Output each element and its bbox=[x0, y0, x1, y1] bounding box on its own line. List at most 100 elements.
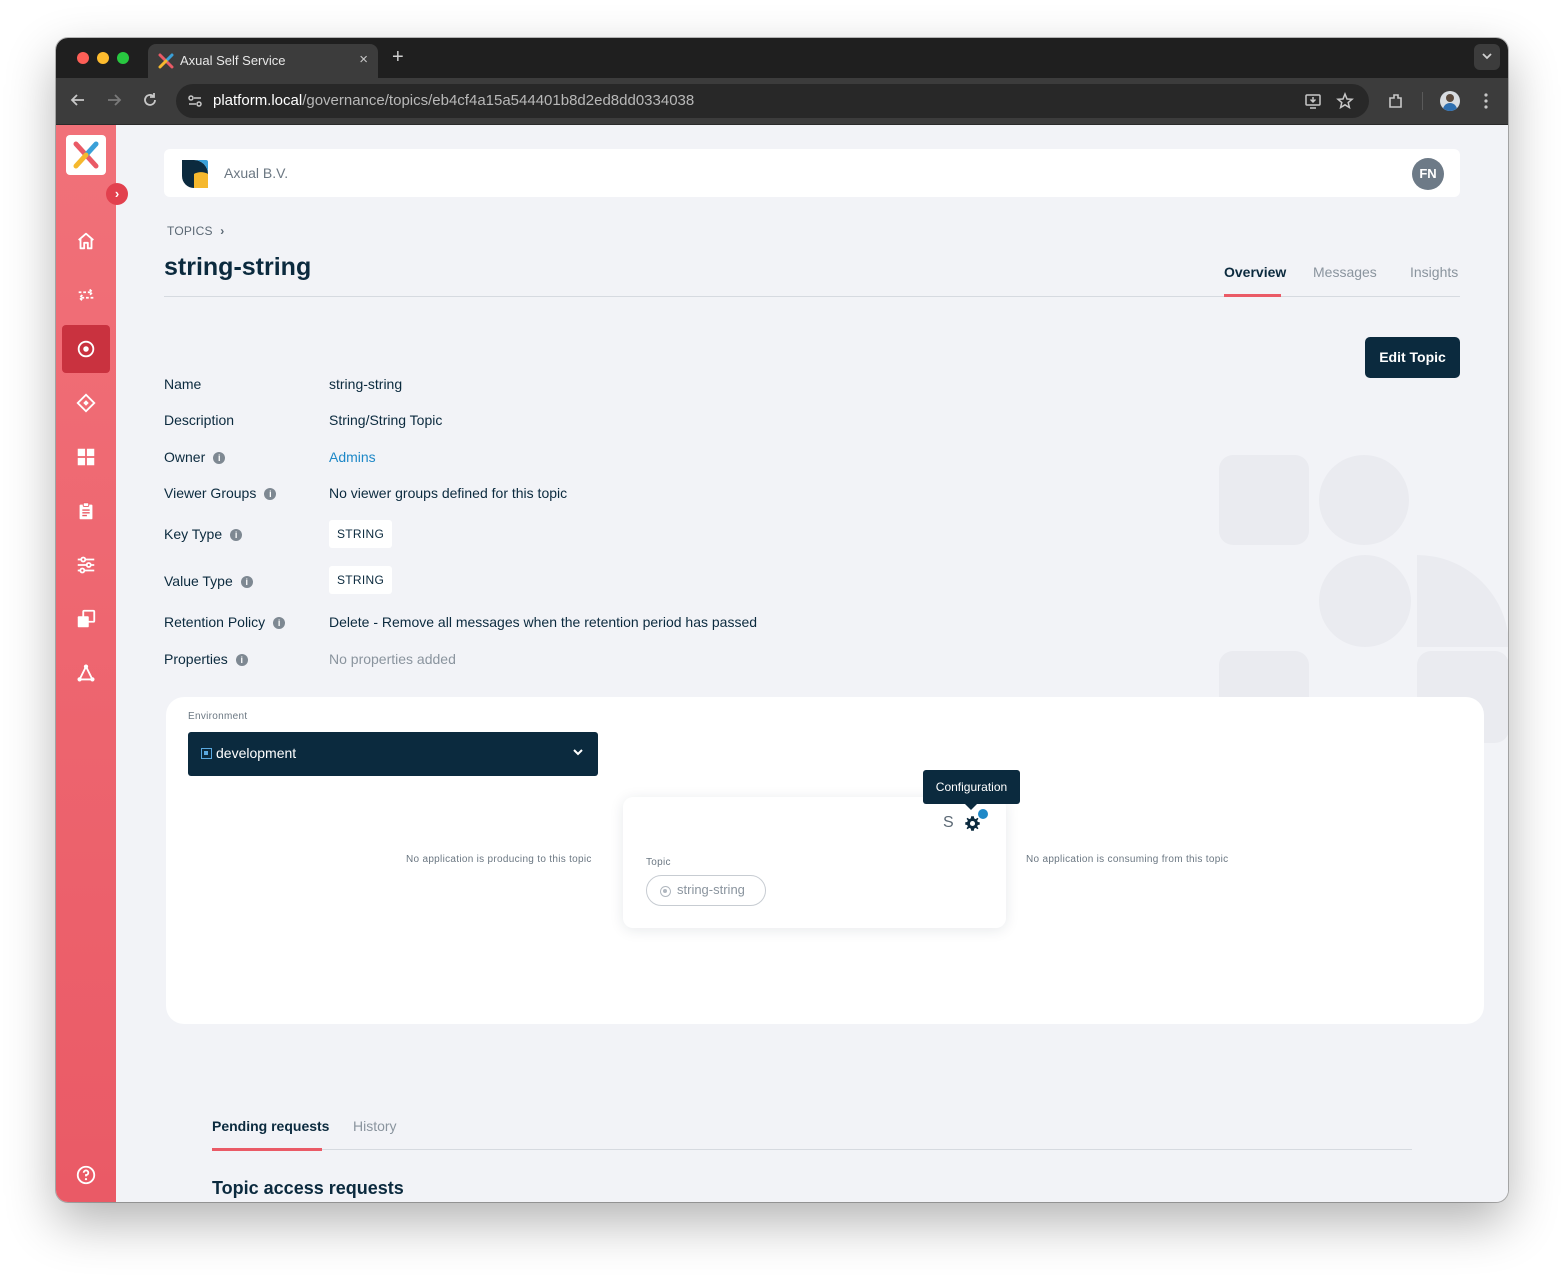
profile-head-icon bbox=[1446, 94, 1454, 102]
description-value: String/String Topic bbox=[329, 412, 443, 428]
environment-selected-value: development bbox=[216, 745, 297, 761]
name-label: Name bbox=[164, 376, 202, 392]
topic-chip-label: string-string bbox=[677, 882, 745, 897]
install-app-icon[interactable] bbox=[1304, 92, 1322, 110]
sidebar-item-settings[interactable] bbox=[62, 541, 110, 589]
tab-insights[interactable]: Insights bbox=[1410, 264, 1458, 280]
back-arrow-icon[interactable] bbox=[68, 90, 88, 110]
tab-history[interactable]: History bbox=[353, 1118, 397, 1134]
sidebar-item-topics[interactable] bbox=[62, 325, 110, 373]
address-bar[interactable]: platform.local/governance/topics/eb4cf4a… bbox=[176, 84, 1369, 118]
profile-body-icon bbox=[1443, 103, 1457, 111]
retention-policy-value: Delete - Remove all messages when the re… bbox=[329, 614, 758, 630]
chevron-down-icon bbox=[573, 749, 583, 756]
sidebar-item-streams[interactable] bbox=[62, 271, 110, 319]
sidebar-item-schemas[interactable] bbox=[62, 379, 110, 427]
info-icon[interactable]: i bbox=[213, 452, 226, 464]
topic-icon bbox=[660, 886, 671, 897]
tab-messages[interactable]: Messages bbox=[1313, 264, 1377, 280]
environment-select[interactable]: development bbox=[188, 732, 598, 776]
value-type-chip: STRING bbox=[329, 566, 393, 594]
stream-type-icon[interactable]: S bbox=[943, 814, 954, 832]
extensions-icon[interactable] bbox=[1386, 91, 1406, 111]
active-tab-indicator bbox=[1224, 294, 1281, 297]
sidebar-item-home[interactable] bbox=[62, 217, 110, 265]
active-request-tab-indicator bbox=[212, 1148, 322, 1151]
new-tab-button[interactable]: + bbox=[392, 46, 404, 69]
value-type-label: Value Type i bbox=[164, 573, 253, 589]
sidebar-item-applications[interactable] bbox=[62, 433, 110, 481]
org-header: Axual B.V. FN bbox=[164, 149, 1460, 197]
browser-tab[interactable]: Axual Self Service × bbox=[148, 44, 378, 78]
browser-menu-icon[interactable] bbox=[1476, 91, 1496, 111]
url-path: /governance/topics/eb4cf4a15a544401b8d2e… bbox=[302, 92, 695, 109]
viewer-groups-label-text: Viewer Groups bbox=[164, 485, 257, 501]
sidebar-item-help[interactable] bbox=[62, 1151, 110, 1199]
environment-panel: Environment development No application i… bbox=[166, 697, 1484, 1024]
background-decoration bbox=[1319, 455, 1409, 545]
user-avatar[interactable]: FN bbox=[1412, 158, 1444, 190]
info-icon[interactable]: i bbox=[235, 654, 248, 666]
topic-access-requests-heading: Topic access requests bbox=[212, 1178, 404, 1198]
configuration-tooltip: Configuration bbox=[923, 770, 1020, 810]
maximize-window-button[interactable] bbox=[117, 52, 129, 64]
breadcrumb-chevron-icon: › bbox=[220, 224, 225, 238]
name-value: string-string bbox=[329, 376, 403, 392]
topic-icon bbox=[77, 340, 95, 358]
sidebar-item-instances[interactable] bbox=[62, 649, 110, 697]
sidebar-expand-button[interactable]: › bbox=[106, 183, 128, 205]
bookmark-star-icon[interactable] bbox=[1336, 92, 1354, 110]
minimize-window-button[interactable] bbox=[97, 52, 109, 64]
topic-chip[interactable]: string-string bbox=[646, 875, 766, 906]
edit-topic-button[interactable]: Edit Topic bbox=[1365, 337, 1460, 378]
main-content: Axual B.V. FN TOPICS › string-string Ove… bbox=[116, 125, 1508, 1202]
tab-search-button[interactable] bbox=[1474, 44, 1500, 70]
url-host: platform.local bbox=[213, 92, 303, 109]
home-icon bbox=[78, 232, 94, 250]
tab-title: Axual Self Service bbox=[180, 53, 286, 68]
producers-empty-text: No application is producing to this topi… bbox=[406, 854, 592, 865]
retention-policy-label: Retention Policy i bbox=[164, 614, 286, 630]
properties-value: No properties added bbox=[329, 651, 456, 667]
copy-icon bbox=[77, 609, 96, 628]
org-name: Axual B.V. bbox=[224, 165, 289, 181]
sidebar-item-requests[interactable] bbox=[62, 487, 110, 535]
axual-logo[interactable] bbox=[66, 135, 106, 175]
tab-overview[interactable]: Overview bbox=[1224, 264, 1286, 280]
background-decoration bbox=[1219, 455, 1309, 545]
app-sidebar bbox=[56, 125, 116, 1202]
key-type-label-text: Key Type bbox=[164, 526, 223, 542]
sidebar-item-environments[interactable] bbox=[62, 595, 110, 643]
profile-avatar[interactable] bbox=[1440, 91, 1460, 111]
viewer-groups-label: Viewer Groups i bbox=[164, 485, 277, 501]
url-text: platform.local/governance/topics/eb4cf4a… bbox=[213, 92, 694, 109]
requests-tabs-divider bbox=[212, 1149, 1412, 1150]
info-icon[interactable]: i bbox=[273, 617, 286, 629]
gear-icon[interactable] bbox=[964, 815, 981, 832]
info-icon[interactable]: i bbox=[264, 488, 277, 500]
applications-icon bbox=[77, 448, 95, 466]
owner-link[interactable]: Admins bbox=[329, 449, 376, 465]
breadcrumb-topics-link[interactable]: TOPICS bbox=[167, 224, 213, 238]
tab-close-icon[interactable]: × bbox=[359, 51, 368, 68]
topic-node-card[interactable]: S Topic string-string bbox=[623, 797, 1006, 928]
forward-arrow-icon[interactable] bbox=[104, 90, 124, 110]
tab-pending-requests[interactable]: Pending requests bbox=[212, 1118, 329, 1134]
site-settings-icon[interactable] bbox=[186, 92, 204, 110]
environment-label: Environment bbox=[188, 711, 248, 722]
reload-icon[interactable] bbox=[140, 90, 160, 110]
value-type-label-text: Value Type bbox=[164, 573, 233, 589]
browser-toolbar: platform.local/governance/topics/eb4cf4a… bbox=[56, 78, 1508, 125]
properties-label-text: Properties bbox=[164, 651, 228, 667]
close-window-button[interactable] bbox=[77, 52, 89, 64]
topic-node-label: Topic bbox=[646, 857, 671, 868]
streams-icon bbox=[78, 288, 94, 302]
notification-dot bbox=[978, 809, 988, 819]
info-icon[interactable]: i bbox=[230, 529, 243, 541]
browser-tab-bar: Axual Self Service × + bbox=[56, 38, 1508, 78]
info-icon[interactable]: i bbox=[240, 576, 253, 588]
key-type-chip: STRING bbox=[329, 520, 393, 548]
breadcrumb: TOPICS › bbox=[167, 224, 224, 238]
retention-policy-label-text: Retention Policy bbox=[164, 614, 266, 630]
axual-favicon-icon bbox=[158, 53, 174, 69]
